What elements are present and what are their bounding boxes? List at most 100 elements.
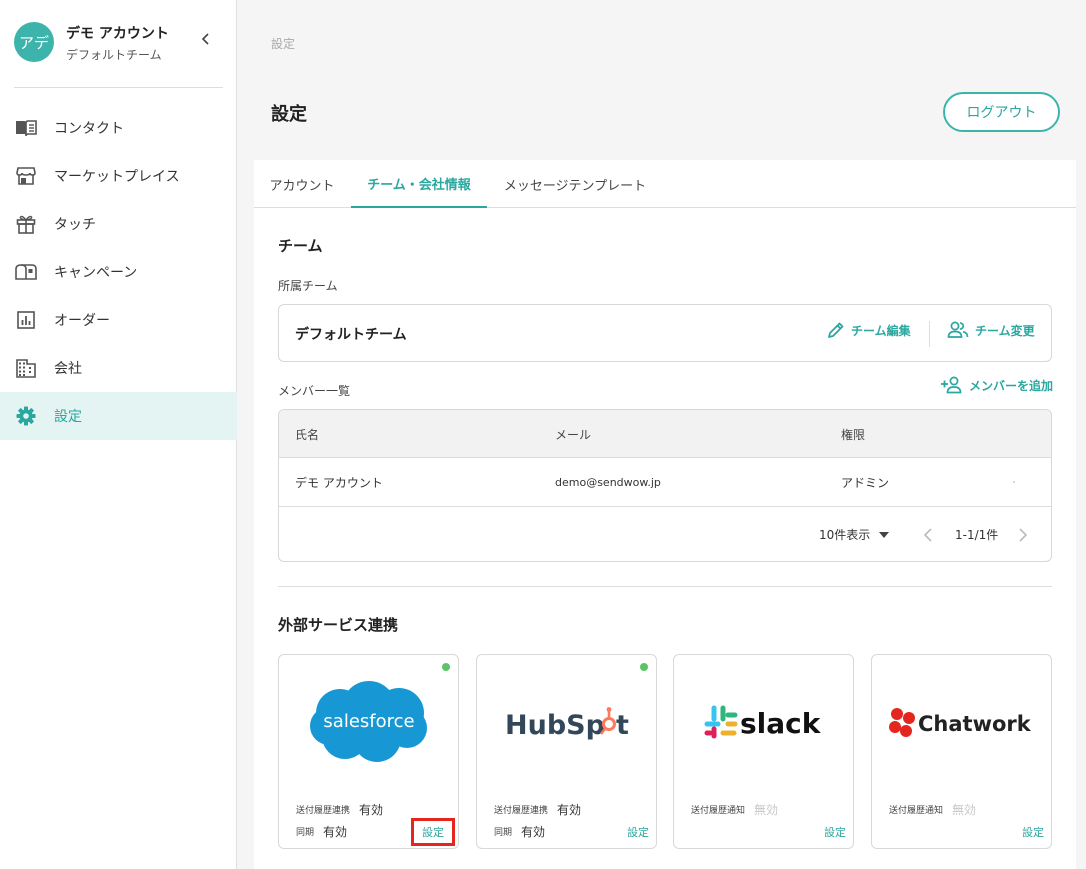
history-notify-status: 送付履歴通知 無効: [691, 801, 778, 818]
settings-panel: アカウント チーム・会社情報 メッセージテンプレート チーム 所属チーム デフォ…: [254, 160, 1076, 869]
sync-value: 有効: [521, 825, 546, 839]
hubspot-settings-link[interactable]: 設定: [627, 824, 649, 840]
column-header-role[interactable]: 権限: [841, 410, 865, 458]
tab-team-company[interactable]: チーム・会社情報: [351, 160, 487, 208]
team-name: デフォルトチーム: [295, 327, 407, 343]
sidebar-nav: コンタクト マーケットプレイス タッチ キャンペーン オーダー 会社 設定: [0, 104, 237, 440]
svg-text:Chatwork: Chatwork: [918, 712, 1032, 736]
sidebar-item-label: コンタクト: [54, 121, 124, 137]
sidebar-item-orders[interactable]: オーダー: [0, 296, 237, 344]
sidebar-item-label: オーダー: [54, 313, 110, 329]
sidebar-item-label: タッチ: [54, 217, 96, 233]
chatwork-logo: Chatwork: [872, 673, 1051, 773]
slack-settings-link[interactable]: 設定: [824, 824, 846, 840]
rows-per-page-select[interactable]: 10件表示: [819, 507, 890, 561]
svg-text:HubSp: HubSp: [505, 710, 605, 741]
hubspot-logo: HubSp t: [477, 673, 656, 773]
history-sync-key: 送付履歴連携: [296, 806, 351, 816]
integration-card-salesforce[interactable]: salesforce 送付履歴連携 有効 同期 有効 設定: [278, 654, 459, 849]
prev-page-button[interactable]: [924, 507, 932, 561]
tab-message-template[interactable]: メッセージテンプレート: [491, 160, 659, 208]
history-notify-value: 無効: [952, 803, 977, 817]
history-sync-value: 有効: [359, 803, 384, 817]
account-switcher[interactable]: アデ デモ アカウント デフォルトチーム: [14, 22, 223, 64]
sync-status: 同期 有効: [494, 823, 545, 840]
sync-key: 同期: [494, 828, 513, 838]
team-edit-label: チーム編集: [851, 323, 911, 338]
belong-team-label: 所属チーム: [278, 279, 338, 293]
add-member-label: メンバーを追加: [969, 378, 1054, 393]
sidebar-item-label: 会社: [54, 361, 82, 377]
sidebar-item-label: 設定: [54, 409, 82, 425]
table-header: 氏名 メール 権限: [279, 410, 1051, 458]
sidebar-item-touch[interactable]: タッチ: [0, 200, 237, 248]
mailbox-icon: [15, 261, 37, 283]
svg-text:slack: slack: [740, 707, 822, 740]
history-sync-status: 送付履歴連携 有効: [494, 801, 581, 818]
history-notify-key: 送付履歴通知: [889, 806, 944, 816]
logout-button[interactable]: ログアウト: [943, 92, 1060, 132]
integration-card-hubspot[interactable]: HubSp t 送付履歴連携 有効 同期 有効 設定: [476, 654, 657, 849]
section-divider: [278, 586, 1052, 587]
salesforce-logo: salesforce: [279, 673, 458, 773]
sync-status: 同期 有効: [296, 823, 347, 840]
table-row[interactable]: デモ アカウント demo@sendwow.jp アドミン: [279, 458, 1051, 507]
history-sync-value: 有効: [557, 803, 582, 817]
sidebar-item-campaign[interactable]: キャンペーン: [0, 248, 237, 296]
page-title: 設定: [271, 104, 307, 125]
sidebar-item-settings[interactable]: 設定: [0, 392, 237, 440]
history-sync-status: 送付履歴連携 有効: [296, 801, 383, 818]
salesforce-settings-link[interactable]: 設定: [411, 818, 455, 846]
pencil-icon: [828, 322, 844, 338]
chevron-left-icon[interactable]: [197, 30, 215, 48]
sync-value: 有効: [323, 825, 348, 839]
team-action-divider: [929, 321, 930, 347]
gift-icon: [15, 213, 37, 235]
team-change-button[interactable]: チーム変更: [947, 321, 1035, 339]
account-name: デモ アカウント: [66, 26, 169, 42]
sidebar-item-marketplace[interactable]: マーケットプレイス: [0, 152, 237, 200]
member-name: デモ アカウント: [295, 475, 383, 490]
integration-card-slack[interactable]: slack 送付履歴通知 無効 設定: [673, 654, 854, 849]
chevron-right-icon: [1019, 527, 1027, 542]
tab-bar: アカウント チーム・会社情報 メッセージテンプレート: [254, 160, 1076, 208]
svg-text:salesforce: salesforce: [323, 711, 414, 732]
table-pagination: 10件表示 1-1/1件: [279, 507, 1051, 561]
avatar[interactable]: アデ: [14, 22, 54, 62]
connected-status-dot: [640, 663, 648, 671]
contacts-book-icon: [15, 117, 37, 139]
integrations-title: 外部サービス連携: [278, 616, 399, 634]
next-page-button[interactable]: [1019, 507, 1027, 561]
row-menu-dot[interactable]: [1013, 458, 1015, 506]
tab-account[interactable]: アカウント: [254, 160, 350, 208]
sidebar: アデ デモ アカウント デフォルトチーム コンタクト マーケットプレイス タッチ: [0, 0, 237, 869]
sidebar-item-label: マーケットプレイス: [54, 169, 180, 185]
people-icon: [947, 321, 969, 338]
team-change-label: チーム変更: [975, 323, 1035, 338]
breadcrumb: 設定: [271, 37, 296, 51]
add-member-button[interactable]: メンバーを追加: [940, 376, 1053, 394]
add-person-icon: [941, 376, 962, 394]
members-label: メンバー一覧: [278, 384, 351, 398]
history-sync-key: 送付履歴連携: [494, 806, 549, 816]
column-header-email[interactable]: メール: [555, 410, 591, 458]
page-range: 1-1/1件: [955, 528, 999, 542]
history-notify-value: 無効: [754, 803, 779, 817]
sidebar-item-contacts[interactable]: コンタクト: [0, 104, 237, 152]
bar-chart-icon: [15, 309, 37, 331]
integration-card-chatwork[interactable]: Chatwork 送付履歴通知 無効 設定: [871, 654, 1052, 849]
sidebar-item-label: キャンペーン: [54, 265, 138, 281]
team-section-title: チーム: [278, 237, 323, 255]
slack-logo: slack: [674, 673, 853, 773]
chatwork-settings-link[interactable]: 設定: [1022, 824, 1044, 840]
column-header-name[interactable]: 氏名: [295, 410, 319, 458]
chevron-left-icon: [924, 527, 932, 542]
rows-per-page-value: 10件表示: [819, 528, 871, 542]
team-edit-button[interactable]: チーム編集: [827, 321, 911, 339]
members-table: 氏名 メール 権限 デモ アカウント demo@sendwow.jp アドミン …: [278, 409, 1052, 562]
building-icon: [15, 357, 37, 379]
sidebar-item-company[interactable]: 会社: [0, 344, 237, 392]
store-icon: [15, 165, 37, 187]
gear-icon: [15, 405, 37, 427]
member-email: demo@sendwow.jp: [555, 475, 661, 489]
